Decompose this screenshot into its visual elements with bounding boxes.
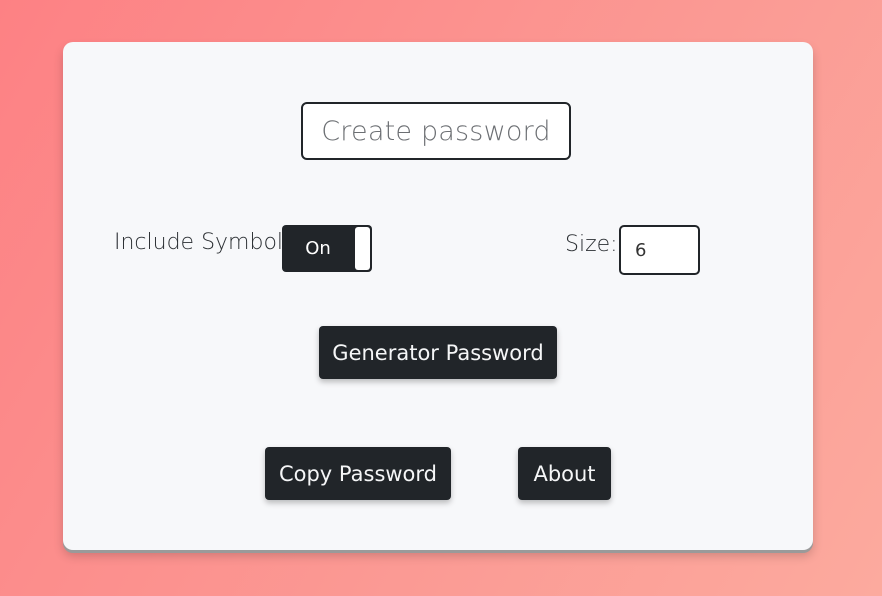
- password-placeholder: Create password: [321, 115, 551, 147]
- toggle-state-text: On: [305, 238, 331, 259]
- password-generator-card: Create password Include Symbol: On Size:…: [63, 42, 813, 550]
- toggle-knob[interactable]: [355, 227, 370, 270]
- size-input[interactable]: [619, 225, 700, 275]
- password-display[interactable]: Create password: [301, 102, 571, 160]
- size-label: Size:: [565, 232, 618, 257]
- about-button[interactable]: About: [518, 447, 611, 500]
- generate-password-button[interactable]: Generator Password: [319, 326, 557, 379]
- include-symbol-label: Include Symbol:: [114, 230, 291, 255]
- copy-password-button[interactable]: Copy Password: [265, 447, 451, 500]
- include-symbol-toggle[interactable]: On: [282, 225, 372, 272]
